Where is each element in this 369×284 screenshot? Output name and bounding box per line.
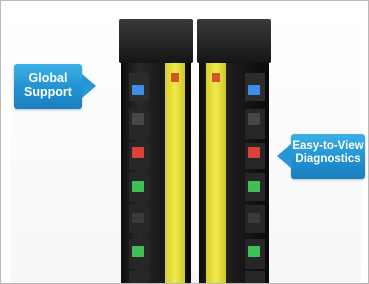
left-led-dark	[132, 113, 144, 125]
left-warning-mark	[171, 73, 179, 82]
callout-line: Diagnostics	[295, 153, 361, 166]
right-led-green	[248, 181, 260, 192]
left-led-dark	[132, 213, 144, 223]
diagnostics-callout: Easy-to-View Diagnostics	[277, 134, 365, 179]
image-frame: Global Support Easy-to-View Diagnostics	[0, 0, 369, 284]
callout-line: Global	[28, 71, 68, 85]
light-curtain-left	[119, 19, 193, 283]
left-led-red	[132, 147, 144, 158]
left-label-strip	[165, 63, 185, 283]
right-led-green	[248, 246, 260, 257]
left-end-cap	[119, 19, 193, 63]
right-led-blue	[248, 85, 260, 95]
callout-line: Support	[24, 85, 72, 100]
left-window	[129, 271, 149, 283]
left-led-blue	[132, 85, 144, 95]
left-led-green	[132, 181, 144, 192]
right-end-cap	[197, 19, 271, 63]
right-led-red	[248, 147, 260, 158]
light-curtain-right	[197, 19, 271, 283]
right-window	[245, 271, 265, 283]
right-led-dark	[248, 113, 260, 125]
global-support-callout: Global Support	[14, 64, 96, 109]
right-warning-mark	[212, 73, 220, 82]
left-led-green	[132, 246, 144, 257]
callout-line: Easy-to-View	[292, 140, 364, 152]
right-label-strip	[206, 63, 226, 283]
right-led-dark	[248, 213, 260, 223]
